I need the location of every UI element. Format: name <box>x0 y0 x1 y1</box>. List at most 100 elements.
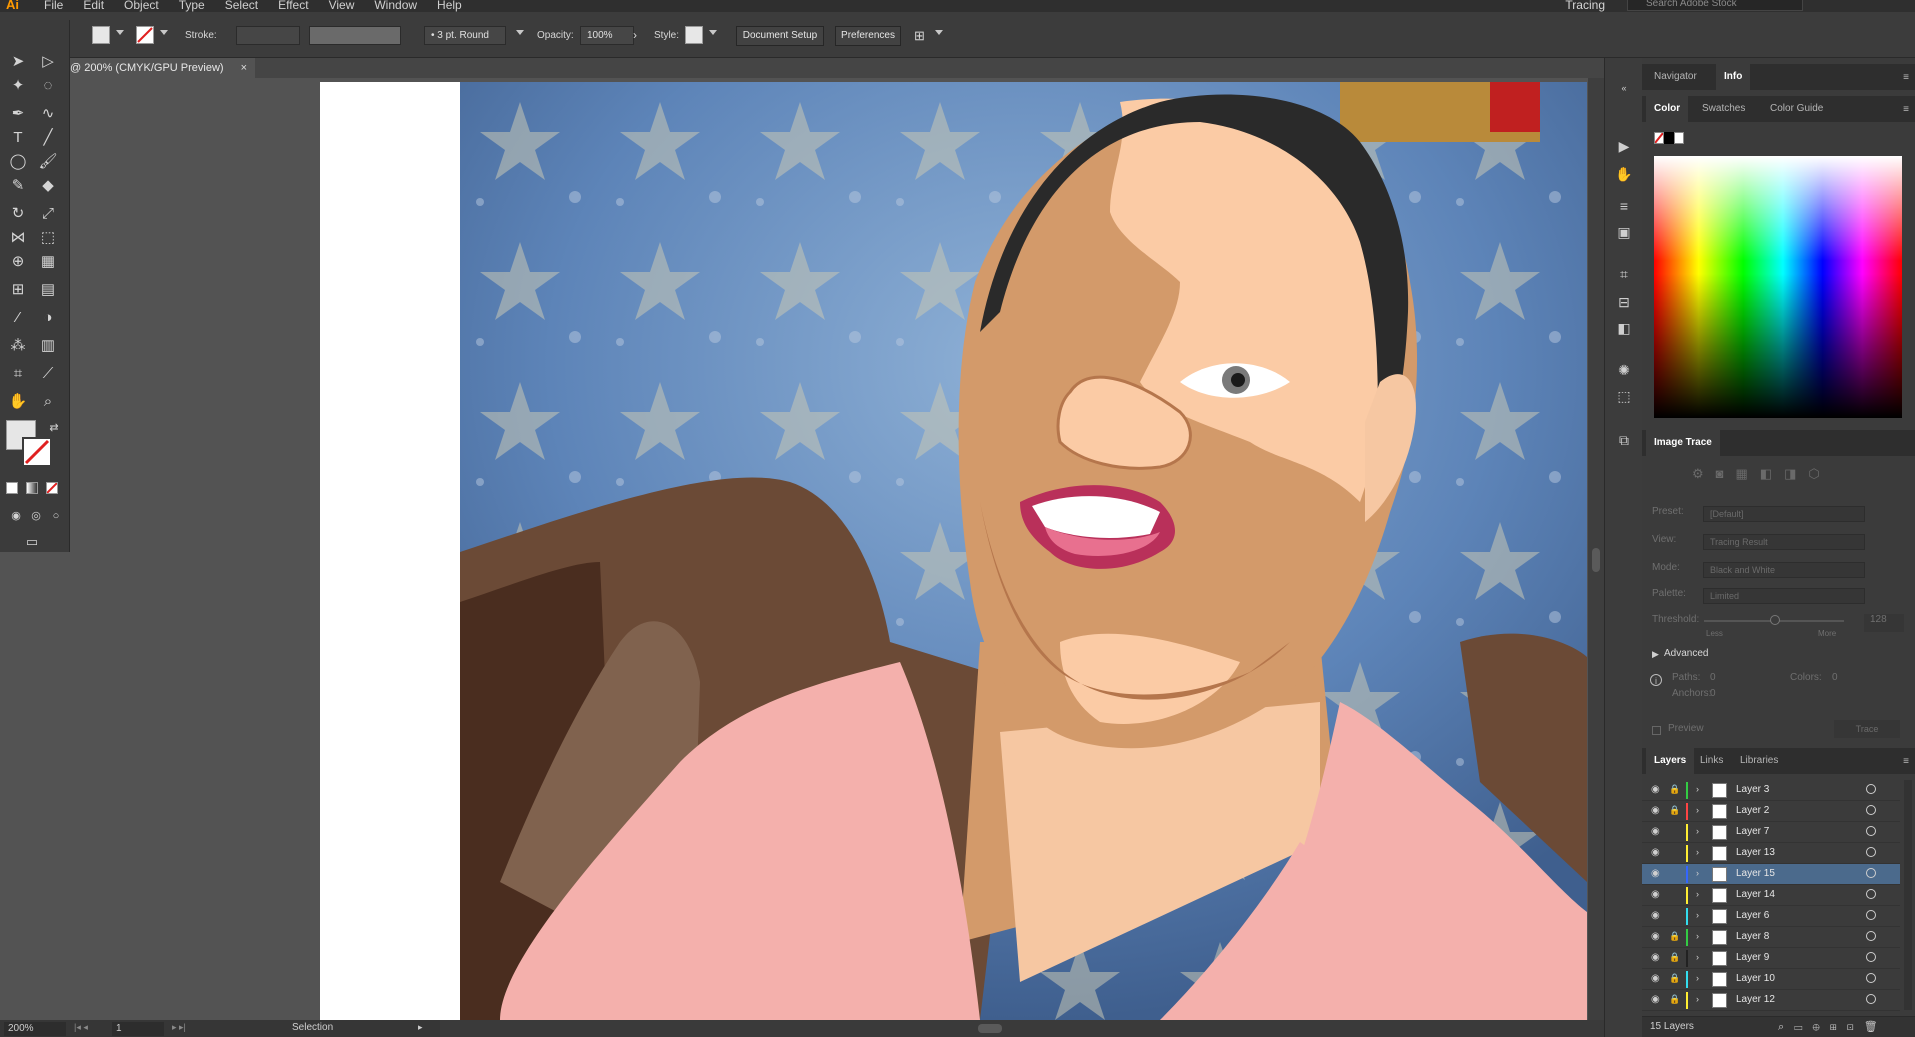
chevron-down-icon[interactable] <box>516 30 524 35</box>
tab-navigator[interactable]: Navigator <box>1646 64 1705 90</box>
menu-help[interactable]: Help <box>437 0 462 12</box>
layer-row[interactable]: ◉ 🔒 › Layer 3 <box>1642 780 1900 801</box>
draw-normal-icon[interactable]: ◉ <box>6 506 26 526</box>
chevron-right-icon[interactable]: › <box>1696 931 1699 941</box>
scale-tool-icon[interactable]: ⤢ <box>38 204 58 224</box>
lock-icon[interactable]: 🔒 <box>1669 784 1680 795</box>
variable-width-profile[interactable] <box>309 26 401 45</box>
target-circle-icon[interactable] <box>1866 952 1876 962</box>
vertical-scrollbar[interactable] <box>1588 78 1604 1020</box>
free-transform-icon[interactable]: ⬚ <box>38 228 58 248</box>
tab-libraries[interactable]: Libraries <box>1732 748 1786 774</box>
tab-swatches[interactable]: Swatches <box>1694 96 1753 122</box>
line-tool-icon[interactable]: ╱ <box>38 128 58 148</box>
perspective-grid-icon[interactable]: ▦ <box>38 252 58 272</box>
tab-color[interactable]: Color <box>1646 96 1689 122</box>
panel-menu-icon[interactable]: ≡ <box>1903 72 1909 83</box>
draw-behind-icon[interactable]: ◎ <box>26 506 46 526</box>
white-color-chip[interactable] <box>1674 132 1684 144</box>
screen-mode-icon[interactable]: ▭ <box>22 532 42 552</box>
artboards-icon[interactable]: ⧉ <box>1615 432 1633 448</box>
visibility-eye-icon[interactable]: ◉ <box>1651 847 1660 858</box>
target-circle-icon[interactable] <box>1866 910 1876 920</box>
target-circle-icon[interactable] <box>1866 868 1876 878</box>
menu-type[interactable]: Type <box>179 0 205 12</box>
symbol-sprayer-icon[interactable]: ⁂ <box>8 336 28 356</box>
draw-inside-icon[interactable]: ○ <box>46 506 66 526</box>
lock-icon[interactable]: 🔒 <box>1669 805 1680 816</box>
visibility-eye-icon[interactable]: ◉ <box>1651 973 1660 984</box>
layer-row[interactable]: ◉ 🔒 › Layer 2 <box>1642 801 1900 822</box>
column-graph-icon[interactable]: ▥ <box>38 336 58 356</box>
zoom-tool-icon[interactable]: ⌕ <box>38 392 58 412</box>
target-circle-icon[interactable] <box>1866 931 1876 941</box>
menu-select[interactable]: Select <box>225 0 258 12</box>
stroke-color-box[interactable] <box>22 437 52 467</box>
paintbrush-icon[interactable]: 🖌 <box>38 152 58 172</box>
color-mode-icon[interactable] <box>6 482 18 494</box>
blend-tool-icon[interactable]: ◑ <box>38 308 58 328</box>
artboard-nav-next-icon[interactable]: ▸ ▸| <box>172 1022 186 1033</box>
ellipse-tool-icon[interactable]: ◯ <box>8 152 28 172</box>
trace-preset-icons[interactable]: ⚙◙▦◧◨⬡ <box>1692 466 1832 482</box>
visibility-eye-icon[interactable]: ◉ <box>1651 889 1660 900</box>
chevron-right-icon[interactable]: › <box>1696 805 1699 815</box>
preview-checkbox[interactable] <box>1652 726 1661 735</box>
panel-menu-icon[interactable]: ≡ <box>1903 756 1909 767</box>
chevron-right-icon[interactable]: › <box>1696 889 1699 899</box>
visibility-eye-icon[interactable]: ◉ <box>1651 826 1660 837</box>
brush-definition[interactable]: • 3 pt. Round <box>424 26 506 45</box>
mesh-tool-icon[interactable]: ⊞ <box>8 280 28 300</box>
vector-portrait-artwork[interactable] <box>460 82 1587 1020</box>
target-circle-icon[interactable] <box>1866 994 1876 1004</box>
actions-icon[interactable]: ▶ <box>1615 138 1633 154</box>
transparency-icon[interactable]: ▣ <box>1615 224 1633 240</box>
pathfinder-icon[interactable]: ◧ <box>1615 320 1633 336</box>
none-color-icon[interactable] <box>1654 132 1664 144</box>
opacity-field[interactable]: 100% <box>580 26 634 45</box>
artboard-number-field[interactable]: 1 <box>112 1022 164 1036</box>
visibility-eye-icon[interactable]: ◉ <box>1651 931 1660 942</box>
layers-scrollbar[interactable] <box>1904 780 1912 1010</box>
target-circle-icon[interactable] <box>1866 889 1876 899</box>
chevron-right-icon[interactable]: › <box>1696 784 1699 794</box>
align-icon[interactable]: ⊟ <box>1615 294 1633 310</box>
swap-fill-stroke-icon[interactable]: ⇄ <box>44 418 64 438</box>
target-circle-icon[interactable] <box>1866 826 1876 836</box>
chevron-right-icon[interactable]: › <box>1696 973 1699 983</box>
width-tool-icon[interactable]: ⋈ <box>8 228 28 248</box>
visibility-eye-icon[interactable]: ◉ <box>1651 868 1660 879</box>
visibility-eye-icon[interactable]: ◉ <box>1651 805 1660 816</box>
target-circle-icon[interactable] <box>1866 805 1876 815</box>
chevron-down-icon[interactable] <box>116 30 124 35</box>
visibility-eye-icon[interactable]: ◉ <box>1651 952 1660 963</box>
type-tool-icon[interactable]: T <box>8 128 28 148</box>
preset-select[interactable]: [Default] <box>1703 506 1865 522</box>
chevron-down-icon[interactable] <box>935 30 943 35</box>
chevron-right-icon[interactable]: › <box>1696 847 1699 857</box>
rotate-tool-icon[interactable]: ↻ <box>8 204 28 224</box>
menu-file[interactable]: File <box>44 0 63 12</box>
eraser-icon[interactable]: ◆ <box>38 176 58 196</box>
layer-action-icons[interactable]: ⌕▭⊕⊞⊡🗑 <box>1778 1020 1888 1034</box>
gradient-tool-icon[interactable]: ▤ <box>38 280 58 300</box>
stock-search-input[interactable]: Search Adobe Stock <box>1627 0 1803 11</box>
chevron-right-icon[interactable]: › <box>1696 826 1699 836</box>
advanced-toggle[interactable]: Advanced <box>1664 648 1708 666</box>
vertical-scroll-thumb[interactable] <box>1592 548 1600 572</box>
fill-swatch[interactable] <box>92 26 110 44</box>
layer-row[interactable]: ◉ 🔒 › Layer 8 <box>1642 927 1900 948</box>
direct-selection-tool-icon[interactable]: ▷ <box>38 52 58 72</box>
hand-tool-icon[interactable]: ✋ <box>8 392 28 412</box>
menu-edit[interactable]: Edit <box>83 0 104 12</box>
tab-links[interactable]: Links <box>1692 748 1731 774</box>
chevron-right-icon[interactable]: ▶ <box>1652 649 1659 660</box>
arrange-documents-icon[interactable]: ⊞ <box>914 26 925 45</box>
none-mode-icon[interactable] <box>46 482 58 494</box>
zoom-level-field[interactable]: 200% <box>4 1022 66 1036</box>
chevron-right-icon[interactable]: › <box>1696 868 1699 878</box>
current-tool-status[interactable]: Selection <box>292 1022 333 1033</box>
artboard-tool-icon[interactable]: ⌗ <box>8 364 28 384</box>
layer-row[interactable]: ◉ › Layer 6 <box>1642 906 1900 927</box>
threshold-field[interactable]: 128 <box>1864 614 1904 632</box>
